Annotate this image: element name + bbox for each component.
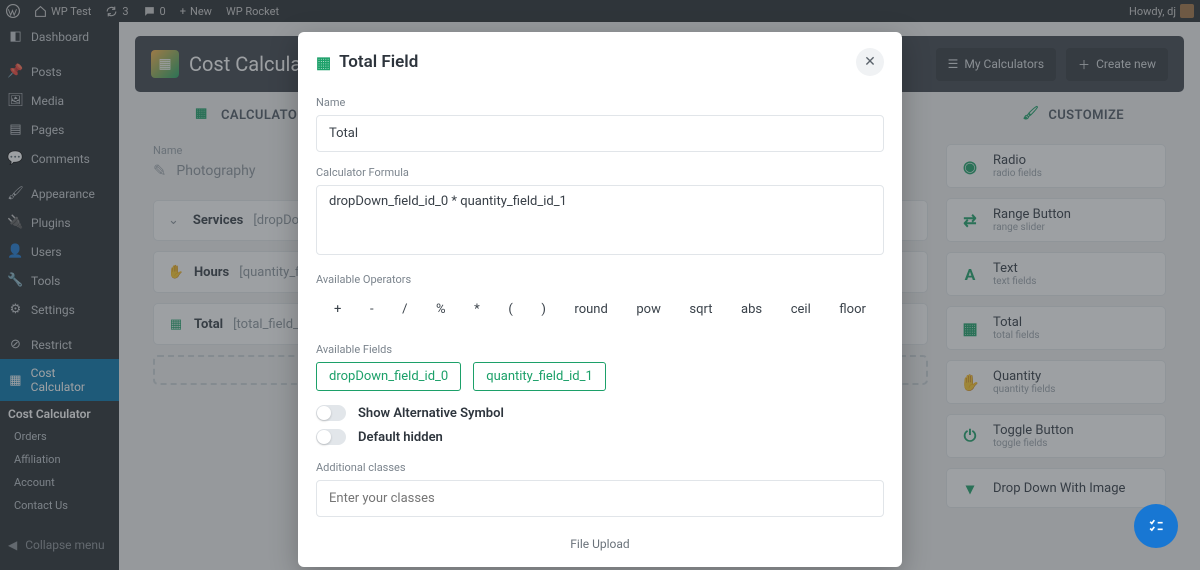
operator-button[interactable]: - xyxy=(356,294,388,325)
operator-button[interactable]: ) xyxy=(527,294,560,325)
classes-input[interactable] xyxy=(316,480,884,517)
formula-textarea[interactable] xyxy=(316,185,884,255)
operator-button[interactable]: * xyxy=(460,294,494,325)
operator-button[interactable]: pow xyxy=(622,294,674,325)
close-button[interactable]: ✕ xyxy=(856,48,884,76)
operator-button[interactable]: + xyxy=(320,294,355,325)
operator-button[interactable]: / xyxy=(388,294,421,325)
checklist-icon xyxy=(1146,516,1166,536)
alt-symbol-toggle[interactable] xyxy=(316,405,346,421)
operator-button[interactable]: ceil xyxy=(777,294,825,325)
formula-label: Calculator Formula xyxy=(316,166,884,179)
help-fab[interactable] xyxy=(1134,504,1178,548)
default-hidden-toggle[interactable] xyxy=(316,429,346,445)
operator-button[interactable]: ( xyxy=(494,294,526,325)
total-field-modal: ▦ Total Field ✕ Name Calculator Formula … xyxy=(298,32,902,567)
classes-label: Additional classes xyxy=(316,461,884,474)
operator-button[interactable]: round xyxy=(560,294,621,325)
operator-button[interactable]: % xyxy=(422,294,460,325)
default-hidden-label: Default hidden xyxy=(358,430,443,445)
alt-symbol-label: Show Alternative Symbol xyxy=(358,406,504,421)
operator-button[interactable]: abs xyxy=(727,294,776,325)
operators-label: Available Operators xyxy=(316,273,884,286)
name-input[interactable] xyxy=(316,115,884,152)
modal-title: Total Field xyxy=(339,52,418,72)
field-chip[interactable]: quantity_field_id_1 xyxy=(473,362,606,391)
calculator-icon: ▦ xyxy=(316,53,331,72)
operator-button[interactable]: floor xyxy=(825,294,880,325)
fields-label: Available Fields xyxy=(316,343,884,356)
operator-button[interactable]: sqrt xyxy=(675,294,726,325)
file-upload-hint: File Upload xyxy=(316,537,884,551)
name-label: Name xyxy=(316,96,884,109)
field-chip[interactable]: dropDown_field_id_0 xyxy=(316,362,461,391)
close-icon: ✕ xyxy=(864,54,876,70)
